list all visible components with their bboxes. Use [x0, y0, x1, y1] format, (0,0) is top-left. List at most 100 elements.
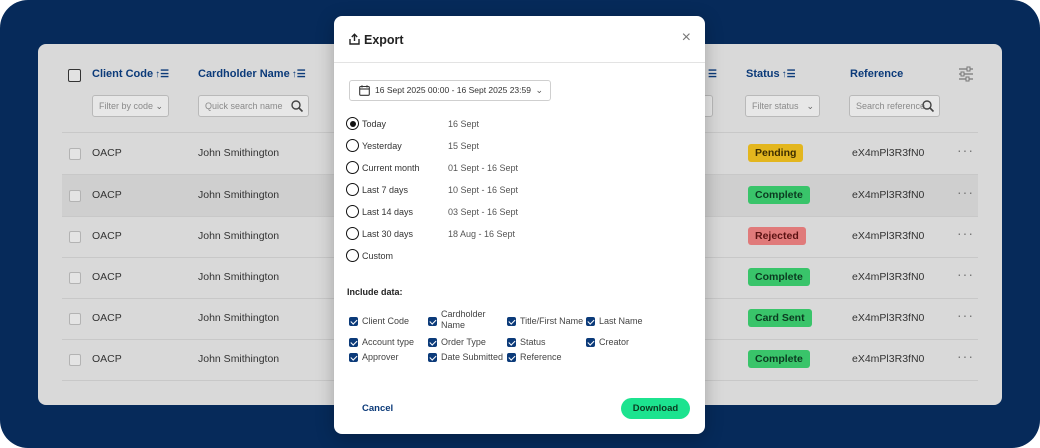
reference-cell: eX4mPl3R3fN0	[852, 271, 925, 283]
row-checkbox[interactable]	[69, 148, 81, 160]
cardholder-name-cell: John Smithington	[198, 147, 280, 159]
cardholder-name-cell: John Smithington	[198, 312, 280, 324]
client-code-cell: OACP	[92, 230, 122, 242]
include-checkbox-label: Approver	[362, 352, 399, 362]
checkbox[interactable]	[586, 338, 595, 347]
include-checkbox-label: Date Submitted	[441, 352, 504, 362]
filter-placeholder: Search reference	[856, 101, 926, 111]
range-option-label: Today	[362, 119, 387, 129]
sort-icon[interactable]: ↑☰	[782, 69, 796, 80]
more-icon[interactable]: ···	[957, 142, 974, 158]
more-icon[interactable]: ···	[957, 307, 974, 323]
app-frame: Client Code ↑☰ Cardholder Name ↑☰ ☰ Status…	[0, 0, 1040, 448]
cardholder-search-input[interactable]: Quick search name	[198, 95, 309, 117]
select-all-checkbox[interactable]	[68, 69, 81, 82]
column-header-status[interactable]: Status ↑☰	[746, 68, 796, 80]
radio-button[interactable]	[346, 117, 359, 130]
column-header-label: Reference	[850, 68, 904, 80]
radio-button[interactable]	[346, 227, 359, 240]
range-option-label: Yesterday	[362, 141, 402, 151]
date-range-picker[interactable]: 16 Sept 2025 00:00 - 16 Sept 2025 23:59 …	[349, 80, 551, 101]
filter-placeholder: Filter by code	[99, 101, 154, 111]
range-option-label: Custom	[362, 251, 394, 261]
checkbox[interactable]	[349, 353, 358, 362]
status-badge: Rejected	[748, 227, 806, 245]
checkbox[interactable]	[428, 353, 437, 362]
row-checkbox[interactable]	[69, 354, 81, 366]
checkbox[interactable]	[349, 338, 358, 347]
reference-cell: eX4mPl3R3fN0	[852, 189, 925, 201]
status-badge: Complete	[748, 350, 810, 368]
status-filter[interactable]: Filter status ⌄	[745, 95, 820, 117]
checkbox[interactable]	[428, 338, 437, 347]
include-checkbox-label: Creator	[599, 337, 630, 347]
range-option-dates: 16 Sept	[448, 119, 480, 129]
reference-search-input[interactable]: Search reference	[849, 95, 940, 117]
client-code-cell: OACP	[92, 312, 122, 324]
export-icon	[349, 33, 360, 45]
column-header-label: Cardholder Name	[198, 68, 290, 80]
row-checkbox[interactable]	[69, 231, 81, 243]
client-code-cell: OACP	[92, 189, 122, 201]
sort-icon[interactable]: ↑☰	[292, 69, 306, 80]
include-checkbox-label: Title/First Name	[520, 316, 584, 326]
reference-cell: eX4mPl3R3fN0	[852, 230, 925, 242]
column-settings-icon[interactable]	[958, 66, 974, 82]
radio-button[interactable]	[346, 205, 359, 218]
range-option-label: Last 7 days	[362, 185, 409, 195]
row-checkbox[interactable]	[69, 190, 81, 202]
checkbox[interactable]	[507, 338, 516, 347]
status-badge: Complete	[748, 186, 810, 204]
row-checkbox[interactable]	[69, 313, 81, 325]
column-header-cardholder-name[interactable]: Cardholder Name ↑☰	[198, 68, 306, 80]
more-icon[interactable]: ···	[957, 266, 974, 282]
export-modal: Export × 16 Sept 2025 00:00 - 16 Sept 20…	[334, 16, 705, 434]
sort-icon[interactable]: ☰	[708, 69, 717, 80]
calendar-icon	[359, 85, 370, 96]
more-icon[interactable]: ···	[957, 348, 974, 364]
sort-icon[interactable]: ↑☰	[155, 69, 169, 80]
range-option-dates: 10 Sept - 16 Sept	[448, 185, 519, 195]
include-checkbox-label: Status	[520, 337, 546, 347]
include-checkbox-label: Last Name	[599, 316, 643, 326]
range-option-label: Last 14 days	[362, 207, 414, 217]
reference-cell: eX4mPl3R3fN0	[852, 147, 925, 159]
search-icon	[922, 100, 935, 113]
client-code-cell: OACP	[92, 147, 122, 159]
checkbox[interactable]	[349, 317, 358, 326]
range-option-dates: 18 Aug - 16 Sept	[448, 229, 516, 239]
column-header-label: Status	[746, 68, 780, 80]
range-option-label: Current month	[362, 163, 420, 173]
radio-button[interactable]	[346, 183, 359, 196]
radio-button[interactable]	[346, 139, 359, 152]
column-header-partial-sort[interactable]: ☰	[706, 68, 717, 80]
row-checkbox[interactable]	[69, 272, 81, 284]
range-option-dates: 15 Sept	[448, 141, 480, 151]
reference-cell: eX4mPl3R3fN0	[852, 312, 925, 324]
status-badge: Pending	[748, 144, 804, 162]
client-code-filter[interactable]: Filter by code ⌄	[92, 95, 169, 117]
filter-placeholder: Quick search name	[205, 101, 283, 111]
radio-button[interactable]	[346, 161, 359, 174]
download-button[interactable]: Download	[621, 398, 690, 419]
more-icon[interactable]: ···	[957, 184, 974, 200]
more-icon[interactable]: ···	[957, 225, 974, 241]
checkbox[interactable]	[507, 317, 516, 326]
include-checkbox-label: Client Code	[362, 316, 410, 326]
reference-cell: eX4mPl3R3fN0	[852, 353, 925, 365]
column-header-label: Client Code	[92, 68, 154, 80]
include-checkbox-label: Cardholder Name	[441, 309, 486, 330]
checkbox[interactable]	[586, 317, 595, 326]
range-option-dates: 03 Sept - 16 Sept	[448, 207, 519, 217]
column-header-client-code[interactable]: Client Code ↑☰	[92, 68, 169, 80]
checkbox[interactable]	[428, 317, 437, 326]
status-badge: Card Sent	[748, 309, 812, 327]
checkbox[interactable]	[507, 353, 516, 362]
include-data-heading: Include data:	[347, 287, 403, 297]
search-icon	[291, 100, 304, 113]
close-icon[interactable]: ×	[682, 30, 691, 46]
range-option-label: Last 30 days	[362, 229, 414, 239]
cardholder-name-cell: John Smithington	[198, 271, 280, 283]
cancel-button[interactable]: Cancel	[362, 403, 393, 414]
radio-button[interactable]	[346, 249, 359, 262]
